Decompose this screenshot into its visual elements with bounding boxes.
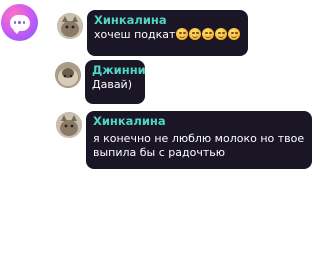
- cat-avatar-icon: [57, 13, 83, 39]
- grinning-face-emoji: [176, 28, 189, 40]
- message-text: я конечно не люблю молоко но твое выпила…: [93, 132, 305, 159]
- message-text: Давай): [92, 78, 132, 91]
- message-bubble: Джинни Давай): [85, 60, 146, 104]
- avatar[interactable]: [56, 112, 82, 138]
- cat-avatar-icon: [55, 62, 81, 88]
- message-text-row: хочеш подкат: [94, 28, 241, 42]
- message-author[interactable]: Хинкалина: [93, 114, 305, 129]
- grinning-face-emoji: [202, 28, 215, 40]
- avatar[interactable]: [57, 13, 83, 39]
- message-bubble: Хинкалина хочеш подкат: [87, 10, 248, 56]
- avatar[interactable]: [55, 62, 81, 88]
- grinning-face-emoji: [215, 28, 228, 40]
- grinning-face-emoji: [228, 28, 241, 40]
- emoji-group: [176, 28, 241, 40]
- chat-bubble-icon: [9, 14, 30, 34]
- chat-fab-button[interactable]: [1, 4, 38, 41]
- cat-avatar-icon: [56, 112, 82, 138]
- message-author[interactable]: Джинни: [92, 63, 146, 78]
- grinning-face-emoji: [189, 28, 202, 40]
- message-bubble: Хинкалина я конечно не люблю молоко но т…: [86, 111, 312, 169]
- message-author[interactable]: Хинкалина: [94, 13, 241, 28]
- message-text: хочеш подкат: [94, 28, 176, 41]
